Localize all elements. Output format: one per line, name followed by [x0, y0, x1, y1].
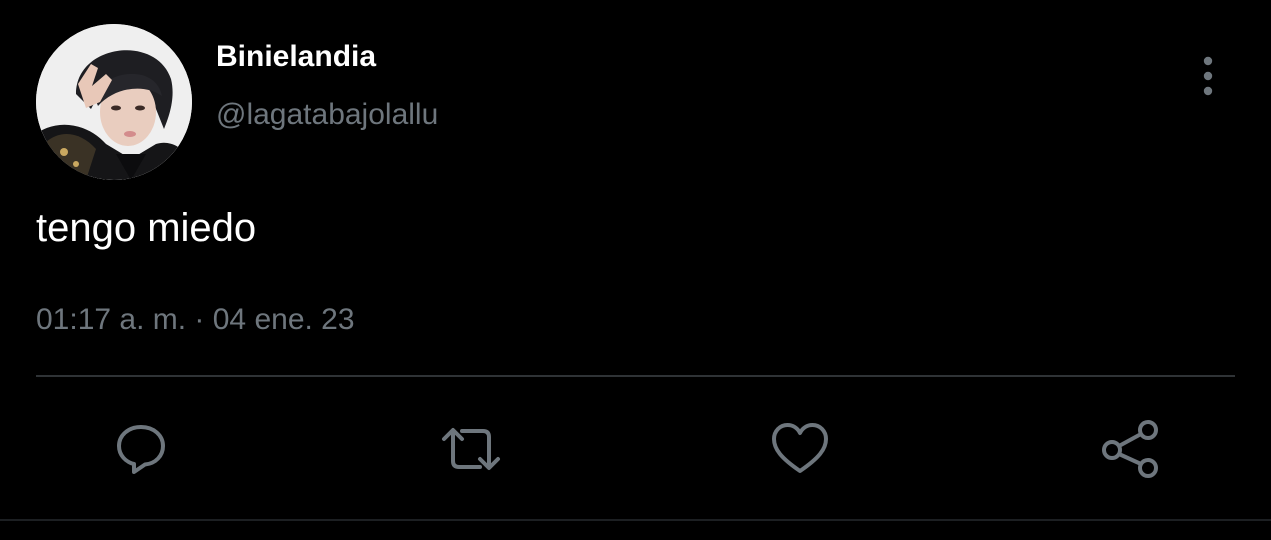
bottom-divider [0, 519, 1271, 521]
tweet-timestamp[interactable]: 01:17 a. m. · 04 ene. 23 [36, 303, 355, 337]
tweet-detail: Binielandia @lagatabajolallu tengo miedo… [0, 0, 1271, 540]
like-button[interactable] [765, 414, 835, 484]
reply-icon [117, 425, 165, 474]
more-options-icon [1203, 56, 1213, 96]
tweet-text: tengo miedo [36, 206, 257, 250]
display-name[interactable]: Binielandia [216, 40, 376, 74]
divider [36, 375, 1235, 377]
user-handle[interactable]: @lagatabajolallu [216, 98, 438, 132]
share-icon [1102, 420, 1158, 478]
heart-icon [772, 423, 828, 473]
avatar[interactable] [36, 24, 192, 180]
retweet-button[interactable] [436, 414, 506, 484]
share-button[interactable] [1095, 414, 1165, 484]
profile-photo-icon [36, 24, 192, 180]
reply-button[interactable] [106, 414, 176, 484]
more-options-button[interactable] [1190, 52, 1226, 100]
retweet-icon [442, 428, 500, 470]
